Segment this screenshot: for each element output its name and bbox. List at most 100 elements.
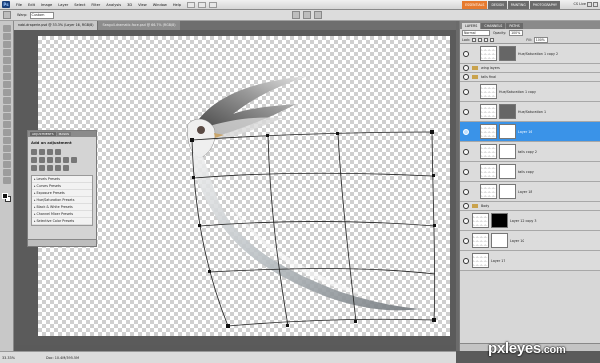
layer-row[interactable]: tails copy — [460, 162, 600, 182]
dodge-tool-icon[interactable] — [3, 129, 11, 136]
color-balance-icon[interactable] — [47, 157, 53, 163]
warp-style-select[interactable]: Custom — [29, 11, 54, 19]
healing-brush-tool-icon[interactable] — [3, 73, 11, 80]
layer-group-row[interactable]: Body — [460, 202, 600, 211]
menu-view[interactable]: View — [135, 3, 150, 7]
lock-all-icon[interactable] — [490, 38, 495, 42]
visibility-eye-icon[interactable] — [463, 128, 469, 135]
visibility-eye-icon[interactable] — [463, 188, 469, 195]
layer-row[interactable]: Hue/Saturation 1 — [460, 102, 600, 122]
preset-hue-saturation[interactable]: Hue/Saturation Presets — [32, 197, 92, 204]
blend-mode-select[interactable]: Normal — [462, 30, 490, 36]
menu-edit[interactable]: Edit — [25, 3, 38, 7]
blur-tool-icon[interactable] — [3, 121, 11, 128]
layer-row[interactable]: Hue/Saturation 1 copy — [460, 82, 600, 102]
menu-image[interactable]: Image — [38, 3, 55, 7]
photo-filter-icon[interactable] — [63, 157, 69, 163]
black-white-icon[interactable] — [55, 157, 61, 163]
workspace-painting[interactable]: PAINTING — [507, 1, 529, 9]
history-brush-tool-icon[interactable] — [3, 97, 11, 104]
preset-selective-color[interactable]: Selective Color Presets — [32, 218, 92, 225]
marquee-tool-icon[interactable] — [3, 33, 11, 40]
menu-help[interactable]: Help — [170, 3, 184, 7]
tab-channels[interactable]: CHANNELS — [481, 23, 506, 29]
visibility-eye-icon[interactable] — [463, 257, 469, 264]
foreground-color-swatch[interactable] — [2, 193, 8, 199]
workspace-essentials[interactable]: ESSENTIALS — [462, 1, 488, 9]
hue-saturation-icon[interactable] — [39, 157, 45, 163]
lock-position-icon[interactable] — [484, 38, 489, 42]
curves-icon[interactable] — [47, 149, 53, 155]
pen-tool-icon[interactable] — [3, 137, 11, 144]
preset-channel-mixer[interactable]: Channel Mixer Presets — [32, 211, 92, 218]
visibility-eye-icon[interactable] — [463, 237, 469, 244]
preset-black-white[interactable]: Black & White Presets — [32, 204, 92, 211]
zoom-level[interactable]: 33.33% — [0, 356, 16, 360]
menu-filter[interactable]: Filter — [88, 3, 103, 7]
layer-row[interactable]: Layer 10 — [460, 231, 600, 251]
tab-document-1[interactable]: nabi-draperie.psd @ 33.3% (Layer 16, RGB… — [14, 21, 98, 30]
gradient-tool-icon[interactable] — [3, 113, 11, 120]
lasso-tool-icon[interactable] — [3, 41, 11, 48]
visibility-eye-icon[interactable] — [463, 217, 469, 224]
opacity-field[interactable]: 100% — [509, 30, 524, 36]
layer-row-selected[interactable]: Layer 16 — [460, 122, 600, 142]
lock-transparency-icon[interactable] — [472, 38, 477, 42]
preset-curves[interactable]: Curves Presets — [32, 183, 92, 190]
path-select-tool-icon[interactable] — [3, 153, 11, 160]
tab-document-2[interactable]: Seagull-dramatic-face.psd @ 66.7% (RGB/8… — [98, 21, 180, 30]
type-tool-icon[interactable] — [3, 145, 11, 152]
cancel-transform-icon[interactable] — [303, 11, 311, 19]
fill-field[interactable]: 100% — [533, 37, 548, 43]
menu-layer[interactable]: Layer — [55, 3, 71, 7]
preset-exposure[interactable]: Exposure Presets — [32, 190, 92, 197]
layer-row[interactable]: Layer 18 — [460, 182, 600, 202]
clone-stamp-tool-icon[interactable] — [3, 89, 11, 96]
move-tool-icon[interactable] — [3, 25, 11, 32]
selective-color-icon[interactable] — [63, 165, 69, 171]
close-icon[interactable] — [593, 2, 598, 7]
eraser-tool-icon[interactable] — [3, 105, 11, 112]
tab-layers[interactable]: LAYERS — [462, 23, 481, 29]
crop-tool-icon[interactable] — [3, 57, 11, 64]
layer-row[interactable]: Layer 17 — [460, 251, 600, 271]
invert-icon[interactable] — [31, 165, 37, 171]
menu-analysis[interactable]: Analysis — [103, 3, 124, 7]
tab-paths[interactable]: PATHS — [506, 23, 523, 29]
visibility-eye-icon[interactable] — [463, 168, 469, 175]
posterize-icon[interactable] — [39, 165, 45, 171]
menu-3d[interactable]: 3D — [124, 3, 135, 7]
exposure-icon[interactable] — [55, 149, 61, 155]
warp-tool-icon[interactable] — [3, 11, 11, 19]
tab-adjustments[interactable]: ADJUSTMENTS — [30, 132, 56, 136]
minimize-icon[interactable] — [587, 2, 592, 7]
visibility-eye-icon[interactable] — [463, 74, 469, 80]
gradient-map-icon[interactable] — [55, 165, 61, 171]
levels-icon[interactable] — [39, 149, 45, 155]
visibility-eye-icon[interactable] — [463, 88, 469, 95]
mini-bridge-button[interactable] — [198, 1, 207, 8]
visibility-eye-icon[interactable] — [463, 148, 469, 155]
layer-row[interactable]: Hue/Saturation 1 copy 2 — [460, 44, 600, 64]
layer-group-row[interactable]: wing layers — [460, 64, 600, 73]
menu-select[interactable]: Select — [71, 3, 88, 7]
threshold-icon[interactable] — [47, 165, 53, 171]
channel-mixer-icon[interactable] — [71, 157, 77, 163]
warp-mode-icon[interactable] — [292, 11, 300, 19]
zoom-tool-icon[interactable] — [3, 177, 11, 184]
workspace-photography[interactable]: PHOTOGRAPHY — [529, 1, 560, 9]
visibility-eye-icon[interactable] — [463, 50, 469, 57]
document-canvas[interactable] — [38, 36, 450, 336]
brightness-contrast-icon[interactable] — [31, 149, 37, 155]
preset-levels[interactable]: Levels Presets — [32, 176, 92, 183]
zoom-level-button[interactable] — [209, 1, 218, 8]
visibility-eye-icon[interactable] — [463, 108, 469, 115]
workspace-design[interactable]: DESIGN — [488, 1, 507, 9]
layer-group-row[interactable]: tails final — [460, 73, 600, 82]
menu-window[interactable]: Window — [150, 3, 170, 7]
lock-pixels-icon[interactable] — [478, 38, 483, 42]
vibrance-icon[interactable] — [31, 157, 37, 163]
commit-transform-icon[interactable] — [314, 11, 322, 19]
visibility-eye-icon[interactable] — [463, 203, 469, 209]
menu-file[interactable]: File — [13, 3, 25, 7]
